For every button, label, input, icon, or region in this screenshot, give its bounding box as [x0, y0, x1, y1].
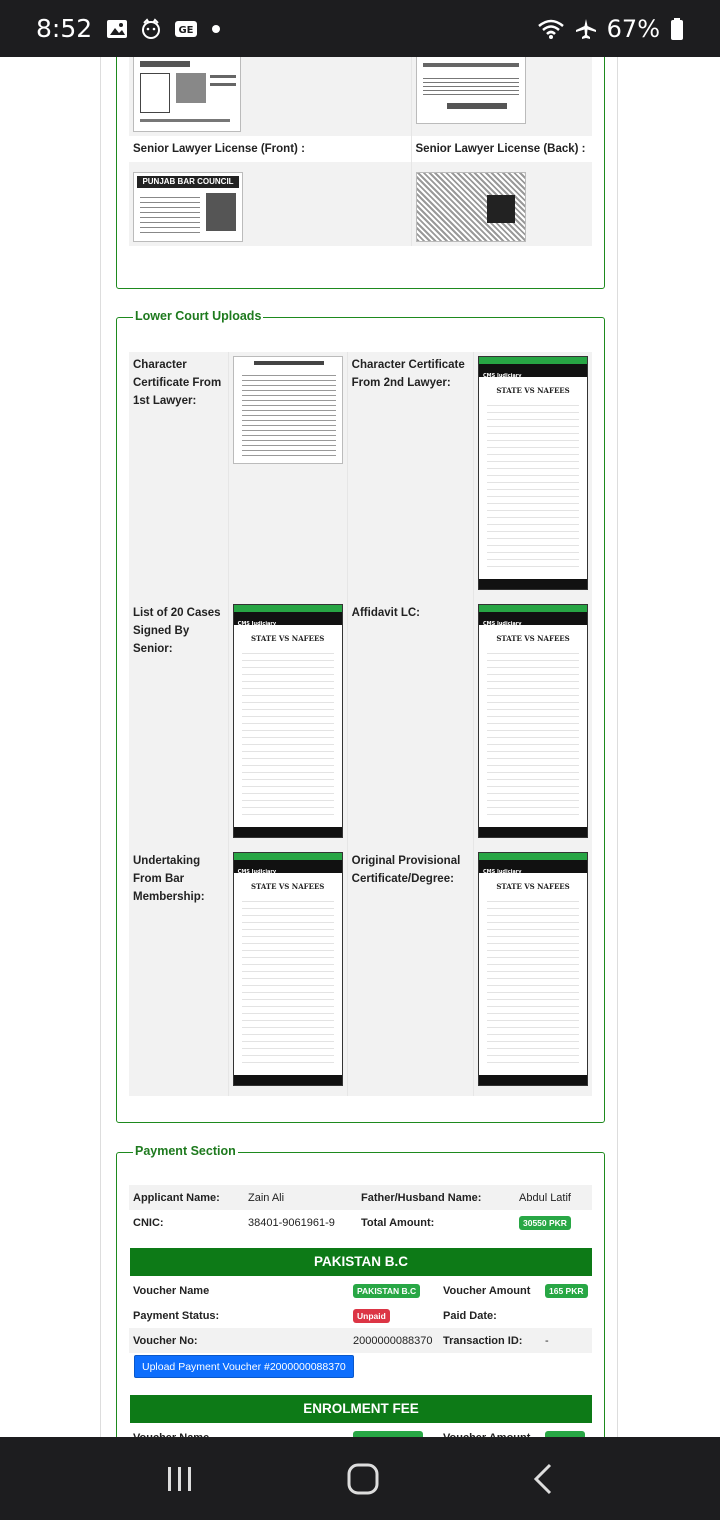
paid-date-label: Paid Date:	[443, 1309, 497, 1322]
payment-status-label: Payment Status:	[133, 1309, 220, 1322]
section-title: Lower Court Uploads	[133, 309, 264, 323]
page-content[interactable]: Senior Lawyer License (Front) : Senior L…	[0, 57, 720, 1437]
character-certificate-1-image[interactable]	[232, 356, 343, 464]
voucher-header: ENROLMENT FEE	[130, 1395, 592, 1423]
applicant-table: Applicant Name: Zain Ali Father/Husband …	[129, 1185, 592, 1235]
voucher-table: Voucher Name PAKISTAN B.C Voucher Amount…	[129, 1278, 592, 1353]
section-title: Payment Section	[133, 1144, 238, 1158]
phone-title: STATE VS NAFEES	[496, 882, 570, 891]
airplane-icon	[575, 18, 596, 39]
phone-header: CMS Judiciary	[479, 860, 587, 875]
total-amount-badge: 30550 PKR	[519, 1215, 571, 1230]
upload-label: Character Certificate From 2nd Lawyer:	[346, 352, 474, 600]
phone-header: CMS Judiciary	[479, 364, 587, 379]
license-back-image[interactable]	[415, 172, 526, 242]
phone-header: CMS Judiciary	[479, 612, 587, 627]
paid-date-value	[541, 1303, 592, 1328]
scan-cell	[129, 57, 411, 136]
battery-percent: 67%	[606, 14, 660, 43]
gallery-icon	[107, 19, 128, 38]
voucher-amount-badge: 165 PKR	[545, 1283, 588, 1298]
affidavit-image[interactable]: CMS Judiciary STATE VS NAFEES	[478, 604, 588, 838]
upload-image-cell: CMS Judiciary STATE VS NAFEES	[227, 600, 348, 848]
home-icon[interactable]	[346, 1462, 380, 1496]
upload-image-cell: CMS Judiciary STATE VS NAFEES	[473, 848, 592, 1096]
wifi-icon	[537, 19, 564, 39]
voucher-amount-label: Voucher Amount	[439, 1425, 541, 1438]
upload-label: Original Provisional Certificate/Degree:	[346, 848, 474, 1096]
payment-status-badge: Unpaid	[353, 1308, 390, 1323]
payment-section: Payment Section Applicant Name: Zain Ali…	[116, 1144, 605, 1437]
id-card-back-image[interactable]	[415, 57, 526, 124]
upload-image-cell: CMS Judiciary STATE VS NAFEES	[473, 600, 592, 848]
upload-label: Undertaking From Bar Membership:	[133, 855, 205, 903]
upload-image-cell: CMS Judiciary STATE VS NAFEES	[227, 848, 348, 1096]
svg-text:GE: GE	[179, 25, 194, 36]
upload-label: Affidavit LC:	[346, 600, 474, 848]
license-front-image[interactable]: PUNJAB BAR COUNCIL	[133, 172, 243, 242]
cnic-value: 38401-9061961-9	[248, 1216, 335, 1229]
total-amount-label: Total Amount:	[361, 1216, 435, 1229]
status-time: 8:52	[36, 14, 93, 43]
cnic-label: CNIC:	[133, 1216, 164, 1229]
applicant-name-label: Applicant Name:	[133, 1191, 220, 1204]
recent-apps-icon[interactable]	[165, 1464, 195, 1494]
senior-lawyer-section: Senior Lawyer License (Front) : Senior L…	[116, 57, 605, 289]
father-name-value: Abdul Latif	[519, 1191, 571, 1204]
voucher-name-label: Voucher Name	[133, 1284, 210, 1297]
scan-cell	[410, 57, 592, 136]
list-of-cases-image[interactable]: CMS Judiciary STATE VS NAFEES	[232, 604, 343, 838]
transaction-id-label: Transaction ID:	[443, 1334, 523, 1347]
character-certificate-2-image[interactable]: CMS Judiciary STATE VS NAFEES	[478, 356, 588, 590]
lower-court-table: Character Certificate From 1st Lawyer: C…	[129, 352, 592, 1096]
system-nav-bar	[0, 1437, 720, 1520]
battery-icon	[671, 17, 683, 40]
upload-image-cell: CMS Judiciary STATE VS NAFEES	[473, 352, 592, 600]
applicant-name-value: Zain Ali	[248, 1191, 285, 1204]
father-name-label: Father/Husband Name:	[361, 1191, 482, 1204]
transaction-id-value: -	[545, 1334, 549, 1347]
senior-license-front-label: Senior Lawyer License (Front) :	[133, 143, 305, 155]
phone-header: CMS Judiciary	[233, 860, 342, 875]
voucher-no-label: Voucher No:	[133, 1334, 198, 1347]
upload-label: Character Certificate From 1st Lawyer:	[133, 359, 222, 407]
senior-lawyer-table: Senior Lawyer License (Front) : Senior L…	[129, 57, 592, 246]
voucher-name-label: Voucher Name	[129, 1425, 349, 1438]
voucher-no-value: 2000000088370	[353, 1334, 433, 1347]
phone-title: STATE VS NAFEES	[496, 634, 570, 643]
provisional-certificate-image[interactable]: CMS Judiciary STATE VS NAFEES	[478, 852, 588, 1086]
phone-title: STATE VS NAFEES	[496, 386, 570, 395]
status-bar: 8:52 GE 67%	[0, 0, 720, 57]
scan-cell: PUNJAB BAR COUNCIL	[129, 162, 411, 246]
id-card-front-image[interactable]	[133, 57, 241, 132]
voucher-table: Voucher Name Voucher Amount	[129, 1425, 592, 1437]
voucher-header: PAKISTAN B.C	[130, 1248, 592, 1276]
voucher-amount-label: Voucher Amount	[443, 1284, 531, 1297]
upload-label: List of 20 Cases Signed By Senior:	[133, 607, 221, 655]
ge-icon: GE	[175, 20, 198, 37]
undertaking-image[interactable]: CMS Judiciary STATE VS NAFEES	[232, 852, 343, 1086]
voucher-name-badge: PAKISTAN B.C	[353, 1283, 421, 1298]
phone-title: STATE VS NAFEES	[250, 882, 325, 891]
phone-title: STATE VS NAFEES	[250, 634, 325, 643]
phone-header: CMS Judiciary	[233, 612, 342, 627]
lower-court-uploads-section: Lower Court Uploads Character Certificat…	[116, 309, 605, 1123]
back-icon[interactable]	[531, 1462, 555, 1496]
senior-license-back-label: Senior Lawyer License (Back) :	[410, 136, 592, 162]
scan-cell	[410, 162, 592, 246]
upload-payment-voucher-button[interactable]: Upload Payment Voucher #2000000088370	[134, 1355, 354, 1378]
app-notification-icon	[142, 17, 161, 39]
dot-icon	[212, 24, 221, 33]
upload-image-cell	[227, 352, 348, 600]
license-card-title: PUNJAB BAR COUNCIL	[137, 176, 239, 188]
